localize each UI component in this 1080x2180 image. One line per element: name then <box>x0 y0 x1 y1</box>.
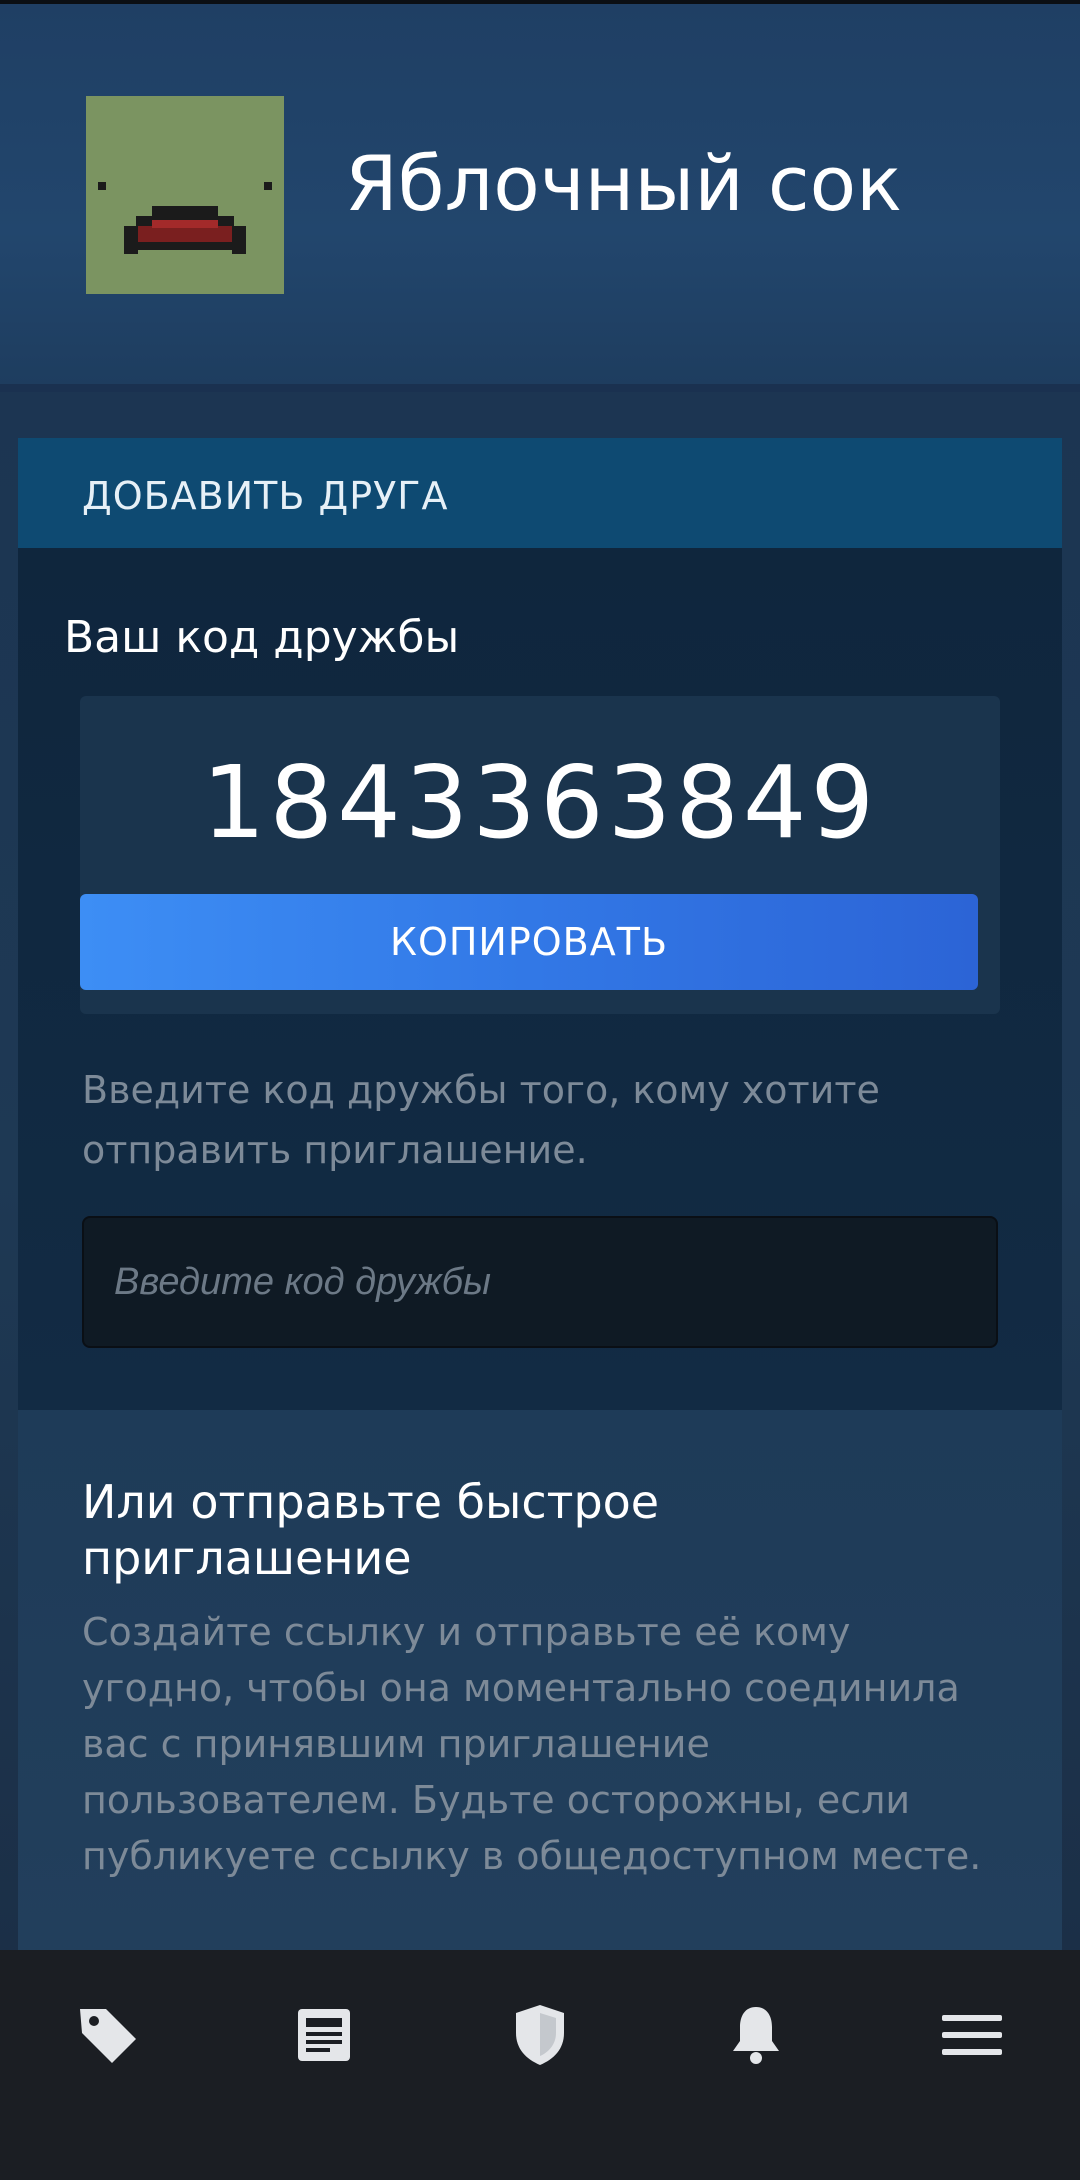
avatar[interactable] <box>86 96 284 294</box>
bottom-nav <box>0 1950 1080 2180</box>
avatar-image <box>86 96 284 294</box>
bell-icon <box>733 2007 779 2064</box>
copy-button[interactable]: КОПИРОВАТЬ <box>80 894 978 990</box>
nav-item-store[interactable] <box>0 1950 216 2120</box>
friend-code-label: Ваш код дружбы <box>64 612 460 663</box>
shield-icon <box>516 2005 564 2065</box>
friend-code-box: 1843363849 КОПИРОВАТЬ <box>80 696 1000 1014</box>
menu-icon <box>942 2015 1002 2055</box>
panel-title: ДОБАВИТЬ ДРУГА <box>82 474 449 518</box>
invite-description: Введите код дружбы того, кому хотите отп… <box>82 1068 880 1172</box>
nav-item-menu[interactable] <box>864 1950 1080 2120</box>
news-icon <box>298 2009 350 2061</box>
friend-code-value: 1843363849 <box>201 744 879 861</box>
username: Яблочный сок <box>345 139 903 228</box>
friend-code-input[interactable] <box>82 1216 998 1348</box>
nav-item-guard[interactable] <box>432 1950 648 2120</box>
nav-item-notifications[interactable] <box>648 1950 864 2120</box>
tag-icon <box>80 2009 136 2063</box>
panel-header: ДОБАВИТЬ ДРУГА <box>18 438 1062 548</box>
header-divider <box>0 384 1080 392</box>
quick-invite-description: Создайте ссылку и отправьте её кому угод… <box>82 1610 982 1878</box>
profile-header: Яблочный сок <box>0 4 1080 384</box>
quick-invite-title: Или отправьте быстрое приглашение <box>82 1475 660 1585</box>
nav-item-news[interactable] <box>216 1950 432 2120</box>
